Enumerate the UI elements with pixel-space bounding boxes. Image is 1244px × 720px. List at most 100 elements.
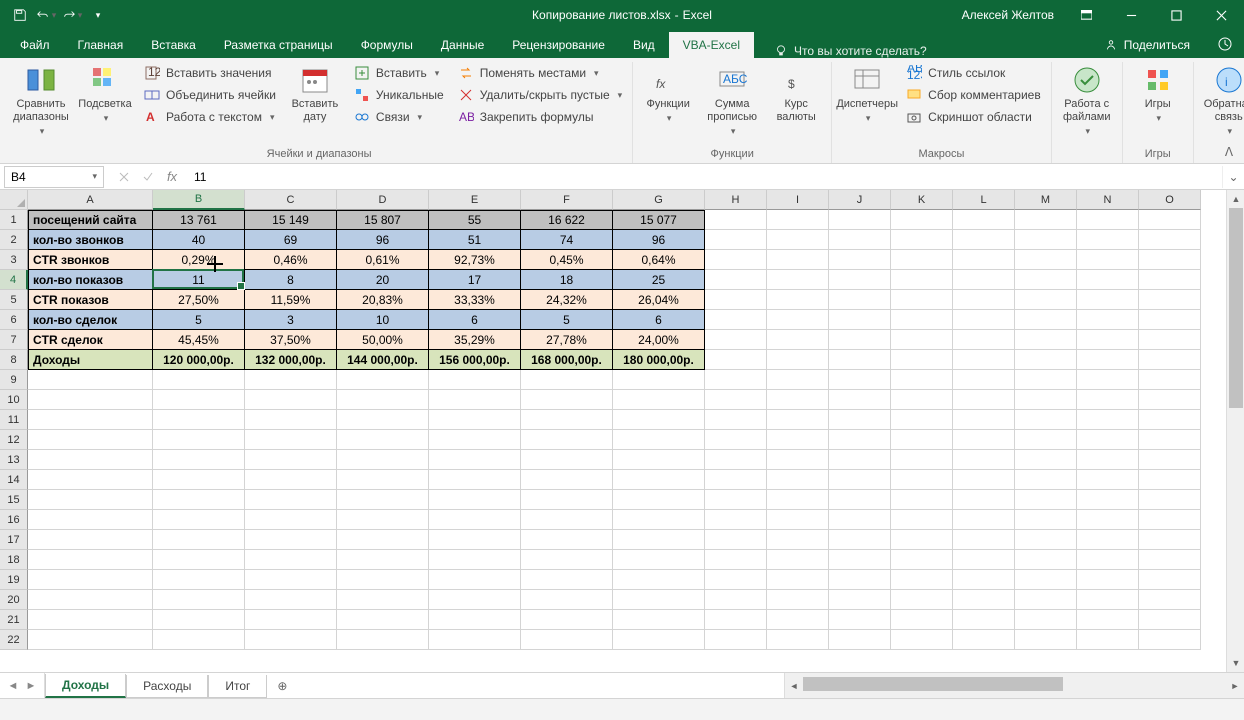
cell[interactable] [521,510,613,530]
cell[interactable] [829,590,891,610]
cell[interactable] [1015,370,1077,390]
cell[interactable] [153,410,245,430]
cell[interactable] [337,470,429,490]
cell[interactable] [767,410,829,430]
delete-empty-button[interactable]: Удалить/скрыть пустые▾ [454,86,626,104]
cell[interactable] [891,290,953,310]
cell[interactable] [521,450,613,470]
cell[interactable] [337,590,429,610]
cell[interactable]: 15 807 [337,210,429,230]
cell[interactable] [705,390,767,410]
links-button[interactable]: Связи▾ [350,108,448,126]
column-header[interactable]: J [829,190,891,210]
scroll-down-icon[interactable]: ▼ [1227,654,1244,672]
cell[interactable] [337,550,429,570]
cell[interactable] [767,330,829,350]
cell[interactable] [153,510,245,530]
cell[interactable] [891,450,953,470]
cell[interactable] [1015,350,1077,370]
cell[interactable] [767,270,829,290]
column-header[interactable]: F [521,190,613,210]
cell[interactable] [1015,550,1077,570]
enter-formula-icon[interactable] [136,166,160,188]
cell[interactable]: 10 [337,310,429,330]
cell[interactable] [891,210,953,230]
cell[interactable]: 11 [153,270,245,290]
cell[interactable] [891,270,953,290]
cell[interactable] [245,570,337,590]
cell[interactable] [891,530,953,550]
cell[interactable] [153,530,245,550]
cell[interactable] [705,550,767,570]
row-header[interactable]: 11 [0,410,28,430]
games-button[interactable]: Игры▾ [1129,62,1187,124]
cell[interactable] [1139,630,1201,650]
cell[interactable] [1015,510,1077,530]
cell[interactable] [829,250,891,270]
cell[interactable] [245,530,337,550]
cell[interactable] [953,570,1015,590]
add-sheet-button[interactable]: ⊕ [267,673,297,698]
cell[interactable] [28,450,153,470]
cell[interactable]: 17 [429,270,521,290]
column-header[interactable]: B [153,190,245,210]
row-header[interactable]: 1 [0,210,28,230]
tab-vba-excel[interactable]: VBA-Excel [669,32,754,58]
column-header[interactable]: M [1015,190,1077,210]
functions-button[interactable]: fxФункции▾ [639,62,697,124]
cell[interactable] [705,450,767,470]
cell[interactable] [829,290,891,310]
cell[interactable] [705,270,767,290]
cell[interactable] [429,510,521,530]
cell[interactable] [829,210,891,230]
cell[interactable] [829,570,891,590]
cell[interactable] [1077,570,1139,590]
cell[interactable] [153,390,245,410]
cell[interactable] [767,570,829,590]
sheet-prev-icon[interactable]: ◄ [6,680,20,692]
cell[interactable] [1015,430,1077,450]
cell[interactable] [337,410,429,430]
cell[interactable] [337,450,429,470]
cell[interactable] [767,630,829,650]
cell[interactable] [1139,570,1201,590]
cell[interactable] [28,490,153,510]
cell[interactable]: 27,78% [521,330,613,350]
cell[interactable] [1139,230,1201,250]
cell[interactable] [891,230,953,250]
cell[interactable] [1077,210,1139,230]
cell[interactable] [521,410,613,430]
save-icon[interactable] [8,3,32,27]
cell[interactable]: 96 [337,230,429,250]
sheet-next-icon[interactable]: ► [24,680,38,692]
cell[interactable] [245,410,337,430]
cell[interactable] [429,430,521,450]
cell[interactable] [705,430,767,450]
cell[interactable] [1077,430,1139,450]
cell[interactable] [767,610,829,630]
cell[interactable] [1015,390,1077,410]
cell[interactable]: 15 149 [245,210,337,230]
cell[interactable]: 92,73% [429,250,521,270]
cell[interactable]: 18 [521,270,613,290]
cell[interactable] [1015,450,1077,470]
redo-icon[interactable]: ▾ [60,3,84,27]
cell[interactable] [1139,310,1201,330]
column-header[interactable]: K [891,190,953,210]
tab-review[interactable]: Рецензирование [498,32,619,58]
cell[interactable] [1077,630,1139,650]
cell[interactable] [767,490,829,510]
scroll-thumb[interactable] [1229,208,1243,408]
cell[interactable]: кол-во сделок [28,310,153,330]
tab-file[interactable]: Файл [6,32,64,58]
cell[interactable] [953,410,1015,430]
cell[interactable] [429,390,521,410]
cell[interactable] [1015,330,1077,350]
column-header[interactable]: A [28,190,153,210]
row-header[interactable]: 20 [0,590,28,610]
cell[interactable] [1077,390,1139,410]
column-header[interactable]: I [767,190,829,210]
cell[interactable] [1139,510,1201,530]
ref-style-button[interactable]: ABC123Стиль ссылок [902,64,1045,82]
cell[interactable] [1139,430,1201,450]
